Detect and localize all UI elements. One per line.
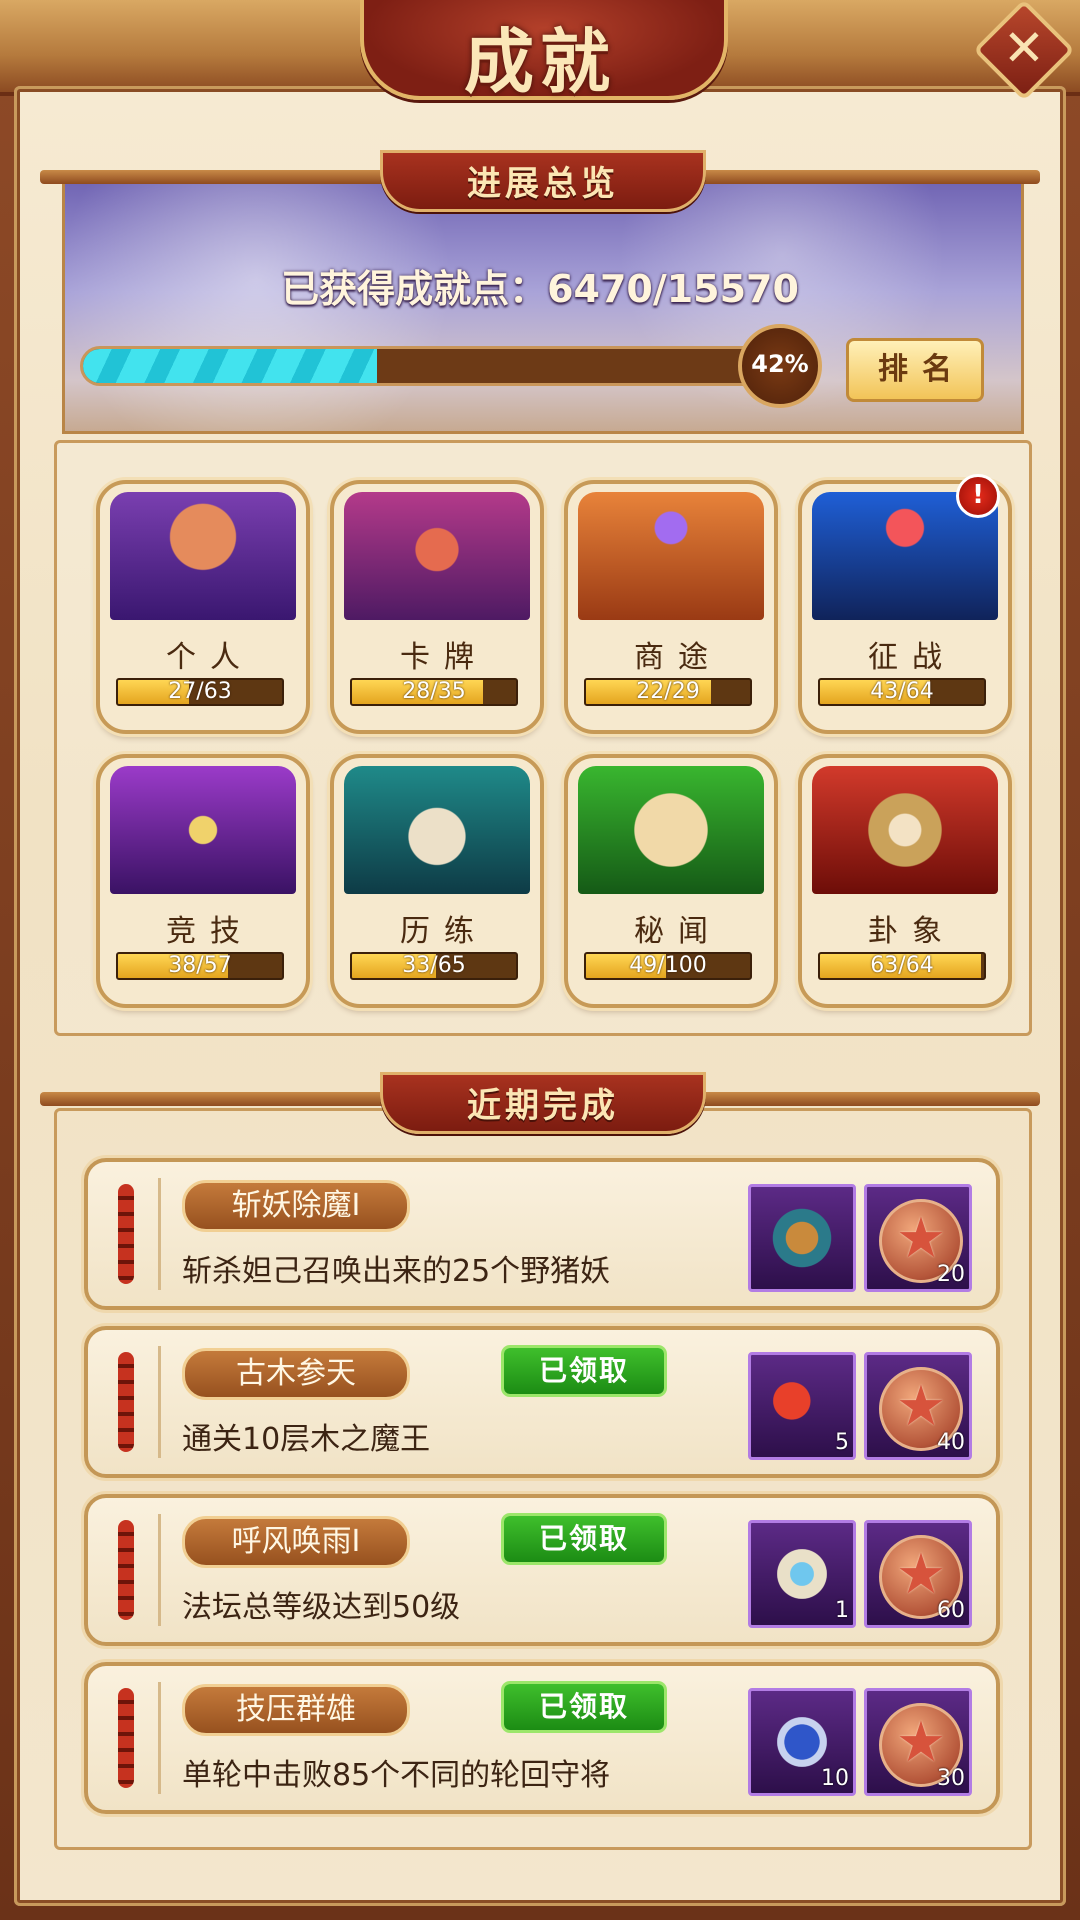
reward-count: 40 xyxy=(937,1430,965,1455)
category-name: 历练 xyxy=(400,914,488,949)
category-progress-bar: 49/100 xyxy=(584,952,752,980)
claimed-badge: 已领取 xyxy=(504,1348,664,1394)
achievement-description: 斩杀妲己召唤出来的25个野猪妖 xyxy=(182,1254,611,1289)
category-progress-text: 63/64 xyxy=(870,953,934,978)
overall-progress-fill xyxy=(83,349,377,383)
category-progress-text: 27/63 xyxy=(168,679,232,704)
reward-count: 5 xyxy=(835,1430,849,1455)
category-progress-text: 28/35 xyxy=(402,679,466,704)
category-progress-text: 49/100 xyxy=(629,953,707,978)
category-name: 商途 xyxy=(634,640,722,675)
row-divider xyxy=(158,1346,161,1458)
category-card[interactable]: 个人 27/63 xyxy=(96,480,310,734)
cards-icon xyxy=(344,492,530,620)
row-divider xyxy=(158,1514,161,1626)
scroll-card-icon[interactable] xyxy=(748,1184,856,1292)
category-progress-bar: 38/57 xyxy=(116,952,284,980)
category-progress-text: 38/57 xyxy=(168,953,232,978)
claimed-badge: 已领取 xyxy=(504,1684,664,1730)
category-card[interactable]: 竞技 38/57 xyxy=(96,754,310,1008)
category-card[interactable]: 征战 43/64 xyxy=(798,480,1012,734)
reward-count: 1 xyxy=(835,1598,849,1623)
ranking-button[interactable]: 排名 xyxy=(846,338,984,402)
claimed-badge: 已领取 xyxy=(504,1516,664,1562)
category-name: 征战 xyxy=(868,640,956,675)
achievement-row[interactable]: 斩妖除魔I 斩杀妲己召唤出来的25个野猪妖 20 xyxy=(84,1158,1000,1310)
category-progress-bar: 33/65 xyxy=(350,952,518,980)
close-icon[interactable]: ✕ xyxy=(988,12,1060,84)
category-name: 卦象 xyxy=(868,914,956,949)
star-coin-icon[interactable]: 30 xyxy=(864,1688,972,1796)
chain-decoration xyxy=(118,1520,134,1620)
achievement-row[interactable]: 呼风唤雨I 法坛总等级达到50级 已领取 1 60 xyxy=(84,1494,1000,1646)
achievement-description: 单轮中击败85个不同的轮回守将 xyxy=(182,1758,611,1793)
alert-badge-icon: ! xyxy=(956,474,1000,518)
reward-count: 30 xyxy=(937,1766,965,1791)
category-card[interactable]: 秘闻 49/100 xyxy=(564,754,778,1008)
achievement-description: 法坛总等级达到50级 xyxy=(182,1590,461,1625)
achievement-row[interactable]: 古木参天通关10层木之魔王 已领取 5 40 xyxy=(84,1326,1000,1478)
achievement-title: 技压群雄 xyxy=(182,1684,410,1736)
magic-scroll-icon[interactable]: 1 xyxy=(748,1520,856,1628)
recent-header: 近期完成 xyxy=(40,1072,1040,1134)
progress-percent: 42% xyxy=(751,350,809,378)
achievement-title: 呼风唤雨I xyxy=(182,1516,410,1568)
row-divider xyxy=(158,1178,161,1290)
honor-coin-icon[interactable]: 10 xyxy=(748,1688,856,1796)
category-progress-bar: 28/35 xyxy=(350,678,518,706)
category-name: 卡牌 xyxy=(400,640,488,675)
category-progress-bar: 22/29 xyxy=(584,678,752,706)
star-coin-icon[interactable]: 20 xyxy=(864,1184,972,1292)
category-progress-bar: 43/64 xyxy=(818,678,986,706)
star-coin-icon[interactable]: 40 xyxy=(864,1352,972,1460)
achievement-title: 斩妖除魔I xyxy=(182,1180,410,1232)
category-card[interactable]: 商途 22/29 xyxy=(564,480,778,734)
category-progress-text: 33/65 xyxy=(402,953,466,978)
overall-progress-bar xyxy=(80,346,786,386)
category-progress-text: 22/29 xyxy=(636,679,700,704)
book-star-icon xyxy=(110,492,296,620)
sword-in-scroll-icon xyxy=(344,766,530,894)
category-card[interactable]: 历练 33/65 xyxy=(330,754,544,1008)
red-dice-icon[interactable]: 5 xyxy=(748,1352,856,1460)
chain-decoration xyxy=(118,1352,134,1452)
category-card[interactable]: 卡牌 28/35 xyxy=(330,480,544,734)
row-divider xyxy=(158,1682,161,1794)
category-progress-bar: 27/63 xyxy=(116,678,284,706)
recent-title: 近期完成 xyxy=(467,1086,619,1126)
yin-yang-icon xyxy=(812,766,998,894)
achievement-row[interactable]: 技压群雄单轮中击败85个不同的轮回守将 已领取 10 30 xyxy=(84,1662,1000,1814)
treasure-map-icon xyxy=(578,766,764,894)
achievement-description: 通关10层木之魔王 xyxy=(182,1422,431,1457)
overview-title: 进展总览 xyxy=(467,164,619,204)
map-pin-icon xyxy=(578,492,764,620)
star-coin-icon[interactable]: 60 xyxy=(864,1520,972,1628)
chain-decoration xyxy=(118,1184,134,1284)
category-name: 竞技 xyxy=(166,914,254,949)
page-title: 成就 xyxy=(464,20,616,103)
achievement-title: 古木参天 xyxy=(182,1348,410,1400)
category-progress-text: 43/64 xyxy=(870,679,934,704)
crossed-swords-icon xyxy=(110,766,296,894)
overview-header: 进展总览 xyxy=(40,150,1040,212)
reward-count: 10 xyxy=(821,1766,849,1791)
achievement-points: 已获得成就点：6470/15570 xyxy=(281,267,799,311)
category-progress-bar: 63/64 xyxy=(818,952,986,980)
reward-count: 60 xyxy=(937,1598,965,1623)
chain-decoration xyxy=(118,1688,134,1788)
reward-count: 20 xyxy=(937,1262,965,1287)
category-name: 秘闻 xyxy=(634,914,722,949)
category-card[interactable]: 卦象 63/64 xyxy=(798,754,1012,1008)
category-name: 个人 xyxy=(166,640,254,675)
